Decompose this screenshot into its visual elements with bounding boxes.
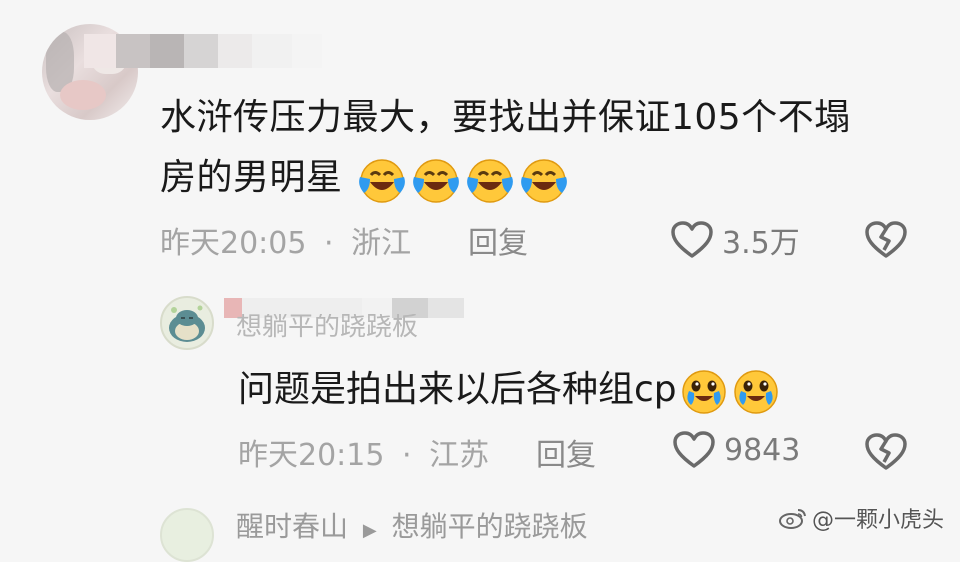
snorlax-avatar-icon[interactable] [160, 296, 214, 350]
laughing-crying-emoji-icon [467, 159, 514, 203]
laughing-crying-emoji-icon [359, 159, 406, 203]
meta-separator: · [402, 438, 412, 473]
weibo-logo-icon [778, 509, 806, 529]
comment-meta: 昨天20:05 · 浙江 [160, 218, 411, 262]
comment-text-line1: 水浒传压力最大，要找出并保证105个不塌 [160, 97, 851, 138]
broken-heart-icon[interactable] [864, 220, 908, 260]
comment-time: 昨天20:05 [160, 226, 307, 261]
reply-like-button[interactable]: 9843 [672, 430, 800, 470]
comment-text: 水浒传压力最大，要找出并保证105个不塌 房的男明星 [160, 88, 920, 208]
laughing-crying-emoji-icon [521, 159, 568, 203]
reply-meta: 昨天20:15 · 江苏 [238, 430, 489, 474]
reply-text-content: 问题是拍出来以后各种组cp [238, 369, 677, 410]
comment-text-line2: 房的男明星 [160, 148, 920, 208]
heart-outline-icon [673, 431, 715, 468]
comment-like-button[interactable]: 3.5万 [670, 218, 800, 262]
teary-laugh-emoji-icon [733, 370, 778, 414]
watermark-text: @一颗小虎头 [811, 508, 944, 533]
heart-outline-icon [671, 221, 713, 258]
play-arrow-icon: ▶ [362, 520, 377, 541]
next-reply-username[interactable]: 醒时春山 [236, 510, 348, 543]
watermark: @一颗小虎头 [778, 502, 944, 534]
reply-time: 昨天20:15 [238, 438, 385, 473]
broken-heart-icon[interactable] [864, 432, 908, 472]
next-reply-target[interactable]: 想躺平的跷跷板 [392, 510, 588, 543]
comment-reply-button[interactable]: 回复 [468, 218, 528, 262]
next-reply-avatar[interactable] [160, 508, 214, 562]
comment-username-redacted[interactable] [84, 34, 322, 68]
reply-location: 江苏 [429, 438, 490, 473]
reply-like-count: 9843 [724, 432, 801, 468]
reply-reply-button[interactable]: 回复 [536, 430, 596, 474]
meta-separator: · [324, 226, 334, 261]
teary-laugh-emoji-icon [681, 370, 726, 414]
laughing-crying-emoji-icon [413, 159, 460, 203]
next-reply-header: 醒时春山 ▶ 想躺平的跷跷板 [236, 512, 588, 546]
reply-text: 问题是拍出来以后各种组cp [238, 362, 781, 418]
comment-like-count: 3.5万 [722, 226, 800, 261]
comment-location: 浙江 [351, 226, 412, 261]
reply-username[interactable]: 想躺平的跷跷板 [236, 314, 418, 340]
comment-text-line2-text: 房的男明星 [160, 157, 343, 198]
